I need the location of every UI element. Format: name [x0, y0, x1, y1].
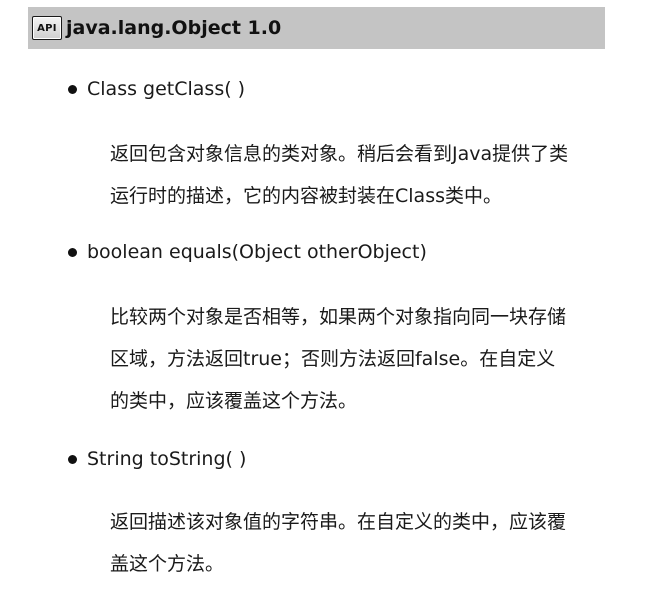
- bullet-icon: [68, 84, 77, 94]
- description-line: 的类中，应该覆盖这个方法。: [110, 390, 358, 412]
- description-line: 返回包含对象信息的类对象。稍后会看到Java提供了类: [110, 143, 569, 165]
- bullet-icon: [68, 454, 77, 464]
- api-badge-icon: API: [32, 16, 62, 40]
- description-line: 返回描述该对象值的字符串。在自定义的类中，应该覆: [110, 511, 567, 533]
- method-signature: String toString( ): [87, 448, 247, 470]
- method-item-getclass: Class getClass( ): [68, 78, 245, 100]
- description-line: 盖这个方法。: [110, 553, 225, 575]
- bullet-icon: [68, 247, 77, 257]
- method-signature: boolean equals(Object otherObject): [87, 241, 427, 263]
- method-description: 返回包含对象信息的类对象。稍后会看到Java提供了类 运行时的描述，它的内容被封…: [110, 133, 610, 217]
- method-signature: Class getClass( ): [87, 78, 246, 100]
- method-item-tostring: String toString( ): [68, 448, 246, 470]
- description-line: 区域，方法返回true；否则方法返回false。在自定义: [110, 348, 556, 370]
- method-description: 返回描述该对象值的字符串。在自定义的类中，应该覆 盖这个方法。: [110, 501, 610, 585]
- description-line: 运行时的描述，它的内容被封装在Class类中。: [110, 185, 502, 207]
- method-description: 比较两个对象是否相等，如果两个对象指向同一块存储 区域，方法返回true；否则方…: [110, 296, 610, 422]
- method-item-equals: boolean equals(Object otherObject): [68, 241, 427, 263]
- api-header: API java.lang.Object 1.0: [28, 7, 605, 49]
- description-line: 比较两个对象是否相等，如果两个对象指向同一块存储: [110, 306, 567, 328]
- api-title: java.lang.Object 1.0: [66, 17, 282, 39]
